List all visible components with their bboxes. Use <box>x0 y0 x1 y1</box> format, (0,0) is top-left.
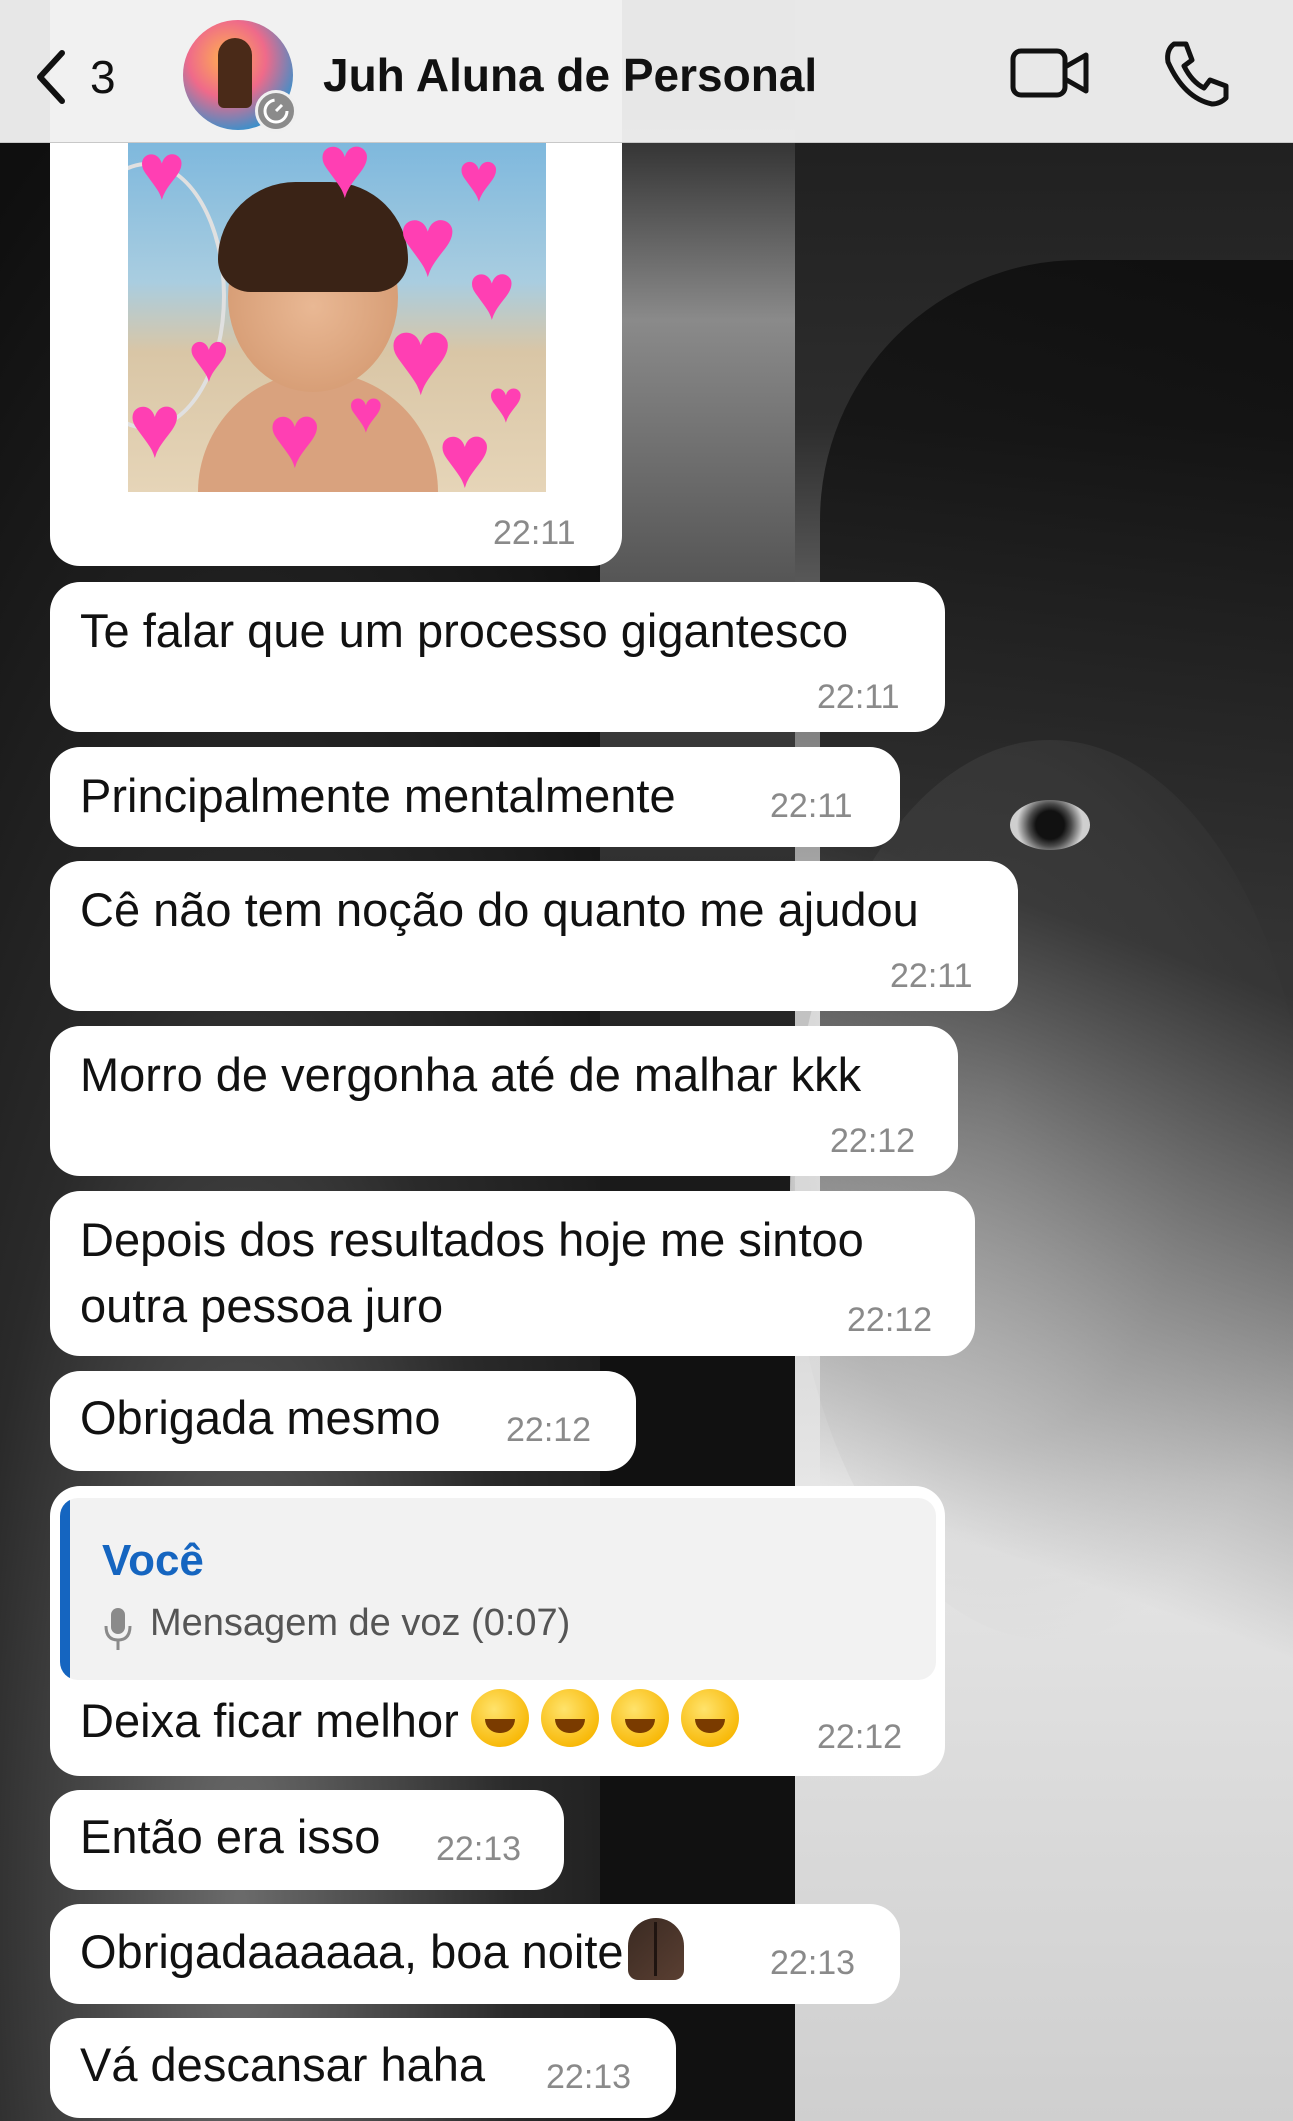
message-text-content: Deixa ficar melhor <box>80 1694 459 1747</box>
rolling-laughing-emoji <box>680 1689 739 1747</box>
message-text: Cê não tem noção do quanto me ajudou <box>80 883 919 936</box>
message-time: 22:12 <box>506 1411 592 1449</box>
quote-accent-bar <box>60 1498 70 1680</box>
message-text: Te falar que um processo gigantesco <box>80 604 849 657</box>
message-bubble[interactable]: Morro de vergonha até de malhar kkk 22:1… <box>50 1026 958 1176</box>
message-text: Morro de vergonha até de malhar kkk <box>80 1048 862 1101</box>
heart-sticker: ♥ <box>398 186 458 298</box>
heart-sticker: ♥ <box>268 387 322 487</box>
rolling-laughing-emoji <box>470 1689 529 1747</box>
message-bubble[interactable]: Depois dos resultados hoje me sintoo out… <box>50 1191 975 1356</box>
heart-sticker: ♥ <box>318 142 372 217</box>
message-time: 22:12 <box>817 1718 903 1756</box>
message-time: 22:11 <box>890 957 973 995</box>
message-text: Obrigadaaaaaa, boa noite <box>80 1918 684 1985</box>
message-bubble[interactable]: Principalmente mentalmente 22:11 <box>50 747 900 847</box>
message-time: 22:13 <box>770 1944 856 1982</box>
back-chevron-icon <box>37 50 65 104</box>
status-timer-badge <box>255 90 297 132</box>
message-time: 22:12 <box>847 1301 933 1339</box>
message-time: 22:11 <box>493 514 576 552</box>
quote-author: Você <box>102 1536 204 1585</box>
message-text-line-2: outra pessoa juro <box>80 1279 444 1332</box>
message-text-line-1: Depois dos resultados hoje me sintoo <box>80 1213 864 1266</box>
message-text: Deixa ficar melhor <box>80 1688 739 1754</box>
message-bubble[interactable]: Então era isso 22:13 <box>50 1790 564 1890</box>
child-hair <box>218 182 408 292</box>
message-bubble[interactable]: Te falar que um processo gigantesco 22:1… <box>50 582 945 732</box>
reply-message-bubble[interactable]: Você Mensagem de voz (0:07) Deixa ficar … <box>50 1486 945 1776</box>
message-text: Então era isso <box>80 1810 381 1863</box>
heart-sticker: ♥ <box>388 295 454 418</box>
timer-icon <box>263 98 289 124</box>
message-bubble[interactable]: Cê não tem noção do quanto me ajudou 22:… <box>50 861 1018 1011</box>
heart-sticker: ♥ <box>468 247 516 336</box>
message-text-content: Obrigadaaaaaa, boa noite <box>80 1925 624 1978</box>
message-bubble[interactable]: Vá descansar haha 22:13 <box>50 2018 676 2118</box>
heart-sticker: ♥ <box>138 142 186 216</box>
microphone-icon <box>104 1608 132 1650</box>
folded-hands-emoji <box>627 1918 684 1980</box>
heart-sticker: ♥ <box>438 407 492 492</box>
rolling-laughing-emoji <box>610 1689 669 1747</box>
quoted-message[interactable]: Você Mensagem de voz (0:07) <box>60 1498 936 1680</box>
rolling-laughing-emoji <box>540 1689 599 1747</box>
message-time: 22:13 <box>546 2058 632 2096</box>
video-call-icon[interactable] <box>1010 45 1090 101</box>
back-button[interactable]: 3 <box>30 42 140 112</box>
avatar-person <box>218 38 252 108</box>
phone-call-icon[interactable] <box>1160 38 1230 108</box>
unread-count: 3 <box>90 51 116 103</box>
message-bubble[interactable]: Obrigadaaaaaa, boa noite 22:13 <box>50 1904 900 2004</box>
chat-header: 3 Juh Aluna de Personal <box>0 0 1293 143</box>
message-text: Obrigada mesmo <box>80 1391 441 1444</box>
heart-sticker: ♥ <box>188 318 230 396</box>
contact-avatar[interactable] <box>183 20 297 132</box>
message-time: 22:13 <box>436 1830 522 1868</box>
message-time: 22:11 <box>817 678 900 716</box>
message-time: 22:12 <box>830 1122 916 1160</box>
contact-name[interactable]: Juh Aluna de Personal <box>323 48 817 102</box>
quote-text: Mensagem de voz (0:07) <box>150 1602 571 1644</box>
message-text: Vá descansar haha <box>80 2038 486 2091</box>
heart-sticker: ♥ <box>128 377 182 477</box>
message-text: Principalmente mentalmente <box>80 769 676 822</box>
heart-sticker: ♥ <box>458 142 500 216</box>
heart-sticker: ♥ <box>348 378 384 445</box>
heart-sticker: ♥ <box>488 368 524 435</box>
wallpaper-eye <box>1010 800 1090 850</box>
message-bubble[interactable]: Obrigada mesmo 22:12 <box>50 1371 636 1471</box>
message-time: 22:11 <box>770 787 853 825</box>
message-photo[interactable]: ♥ ♥ ♥ ♥ ♥ ♥ ♥ ♥ ♥ ♥ ♥ ♥ <box>128 142 546 492</box>
